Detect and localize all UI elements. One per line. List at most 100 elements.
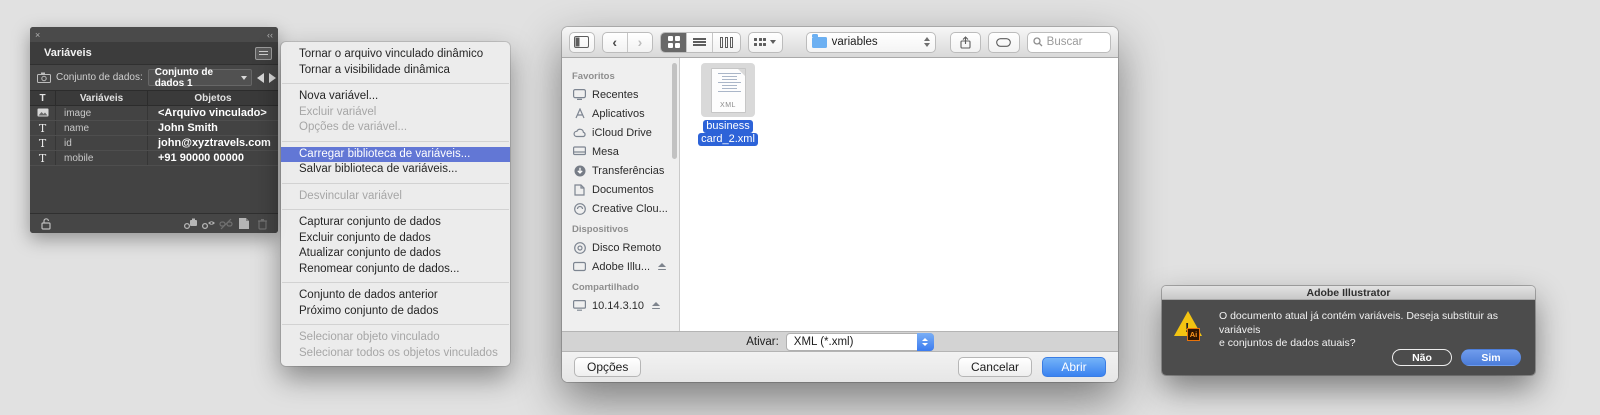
format-dropdown[interactable]: XML (*.xml) xyxy=(785,332,934,351)
file-item-business-card-2-xml[interactable]: XML business card_2.xml xyxy=(695,63,761,146)
sidebar-item-aplicativos[interactable]: Aplicativos xyxy=(572,104,679,123)
table-row[interactable]: T id john@xyztravels.com xyxy=(30,136,278,151)
table-header: T Variáveis Objetos xyxy=(30,90,278,106)
drive-icon xyxy=(572,261,587,272)
forward-button[interactable]: › xyxy=(628,33,653,52)
unlink-variable-icon xyxy=(217,216,235,232)
text-variable-icon: T xyxy=(30,136,56,150)
folder-dropdown[interactable]: variables xyxy=(805,31,936,53)
options-button[interactable]: Opções xyxy=(574,357,642,377)
menu-item: Excluir variável xyxy=(299,105,377,118)
close-icon[interactable]: × xyxy=(35,30,40,40)
format-label: Ativar: xyxy=(746,335,779,348)
menu-item[interactable]: Capturar conjunto de dados xyxy=(281,215,510,231)
disc-icon xyxy=(572,241,587,254)
search-field[interactable] xyxy=(1026,31,1111,53)
eject-icon[interactable] xyxy=(658,263,667,270)
menu-item: Selecionar objeto vinculado xyxy=(299,331,440,343)
sidebar-toggle-button[interactable] xyxy=(569,31,595,53)
table-row[interactable]: image <Arquivo vinculado> xyxy=(30,106,278,121)
menu-item[interactable]: Renomear conjunto de dados... xyxy=(281,262,510,278)
icon-view-button[interactable] xyxy=(661,32,688,52)
sidebar-item-adobe-illustrator-disk[interactable]: Adobe Illu... xyxy=(572,257,679,276)
cancel-button[interactable]: Cancelar xyxy=(957,357,1032,377)
capture-dataset-icon[interactable] xyxy=(181,216,199,232)
menu-item: Selecionar todos os objetos vinculados xyxy=(299,346,498,359)
folder-icon xyxy=(811,34,827,48)
search-icon xyxy=(1033,37,1043,47)
warning-icon: ! Ai xyxy=(1174,311,1206,375)
xml-file-icon: XML xyxy=(701,63,755,117)
alert-title: Adobe Illustrator xyxy=(1162,286,1535,300)
lock-icon[interactable] xyxy=(37,216,55,232)
menu-item[interactable]: Conjunto de dados anterior xyxy=(281,288,510,304)
new-variable-icon[interactable] xyxy=(235,216,253,232)
menu-item[interactable]: Atualizar conjunto de dados xyxy=(281,246,510,262)
sidebar-item-icloud-drive[interactable]: iCloud Drive xyxy=(572,123,679,142)
sidebar-item-documentos[interactable]: Documentos xyxy=(572,180,679,199)
menu-separator xyxy=(282,324,509,325)
next-dataset-arrow[interactable] xyxy=(268,72,276,83)
visibility-icon[interactable] xyxy=(199,216,217,232)
sidebar-item-recentes[interactable]: Recentes xyxy=(572,85,679,104)
sidebar-section-title: Compartilhado xyxy=(572,282,640,293)
menu-item[interactable]: Tornar a visibilidade dinâmica xyxy=(281,63,510,79)
previous-dataset-arrow[interactable] xyxy=(256,72,264,83)
share-button[interactable] xyxy=(949,31,982,53)
sidebar-item-mesa[interactable]: Mesa xyxy=(572,142,679,161)
open-file-dialog: ‹ › variables Favoritos xyxy=(562,27,1118,382)
sidebar-section-title: Favoritos xyxy=(572,71,615,82)
list-view-button[interactable] xyxy=(687,32,714,52)
menu-item[interactable]: Excluir conjunto de dados xyxy=(281,231,510,247)
menu-separator xyxy=(282,140,509,142)
file-name-label: business card_2.xml xyxy=(698,120,758,146)
dataset-label: Conjunto de dados: xyxy=(56,72,143,83)
menu-separator xyxy=(282,83,509,84)
yes-button[interactable]: Sim xyxy=(1461,349,1521,366)
table-row[interactable]: T name John Smith xyxy=(30,121,278,136)
open-button[interactable]: Abrir xyxy=(1042,357,1106,377)
menu-separator xyxy=(282,209,509,210)
sidebar-item-creative-cloud[interactable]: Creative Clou... xyxy=(572,199,679,218)
panel-menu-icon[interactable] xyxy=(255,46,272,60)
downloads-icon xyxy=(572,165,587,177)
menu-item: Desvincular variável xyxy=(299,189,402,202)
illustrator-alert-dialog: Adobe Illustrator ! Ai O documento atual… xyxy=(1162,286,1535,375)
menu-item[interactable]: Tornar o arquivo vinculado dinâmico xyxy=(281,47,510,63)
dialog-sidebar: Favoritos Recentes Aplicativos iCloud Dr… xyxy=(562,58,680,331)
text-variable-icon: T xyxy=(30,121,56,135)
file-badge: XML xyxy=(720,101,736,109)
sidebar-item-transferencias[interactable]: Transferências xyxy=(572,161,679,180)
file-list-area[interactable]: XML business card_2.xml xyxy=(680,58,1118,331)
desktop-icon xyxy=(572,146,587,157)
sidebar-item-shared-computer[interactable]: 10.14.3.10 xyxy=(572,296,679,315)
menu-item-load-variable-library[interactable]: Carregar biblioteca de variáveis... xyxy=(281,146,510,162)
menu-item[interactable]: Próximo conjunto de dados xyxy=(281,304,510,320)
documents-icon xyxy=(572,183,587,196)
illustrator-badge-icon: Ai xyxy=(1187,328,1200,341)
image-variable-icon xyxy=(37,107,49,120)
column-view-button[interactable] xyxy=(713,33,740,52)
menu-item[interactable]: Salvar biblioteca de variáveis... xyxy=(281,162,510,178)
cloud-icon xyxy=(572,128,587,138)
creative-cloud-icon xyxy=(572,202,587,215)
back-button[interactable]: ‹ xyxy=(603,32,628,52)
search-input[interactable] xyxy=(1046,36,1105,48)
collapse-icon[interactable]: ‹‹ xyxy=(267,30,273,40)
panel-title-bar: × ‹‹ xyxy=(30,27,278,42)
sidebar-scrollbar[interactable] xyxy=(672,63,677,159)
sidebar-item-disco-remoto[interactable]: Disco Remoto xyxy=(572,238,679,257)
sidebar-section-title: Dispositivos xyxy=(572,224,629,235)
menu-separator xyxy=(282,282,509,283)
eject-icon[interactable] xyxy=(652,302,660,309)
no-button[interactable]: Não xyxy=(1392,349,1452,366)
menu-item[interactable]: Nova variável... xyxy=(281,89,510,105)
table-row[interactable]: T mobile +91 90000 00000 xyxy=(30,151,278,166)
tags-button[interactable] xyxy=(988,31,1020,53)
tab-variaveis[interactable]: Variáveis xyxy=(36,43,100,63)
arrange-button[interactable] xyxy=(748,31,783,53)
camera-icon xyxy=(37,70,51,86)
table-empty-area xyxy=(30,166,278,213)
dataset-select[interactable]: Conjunto de dados 1 xyxy=(147,67,252,89)
text-variable-icon: T xyxy=(30,151,56,165)
